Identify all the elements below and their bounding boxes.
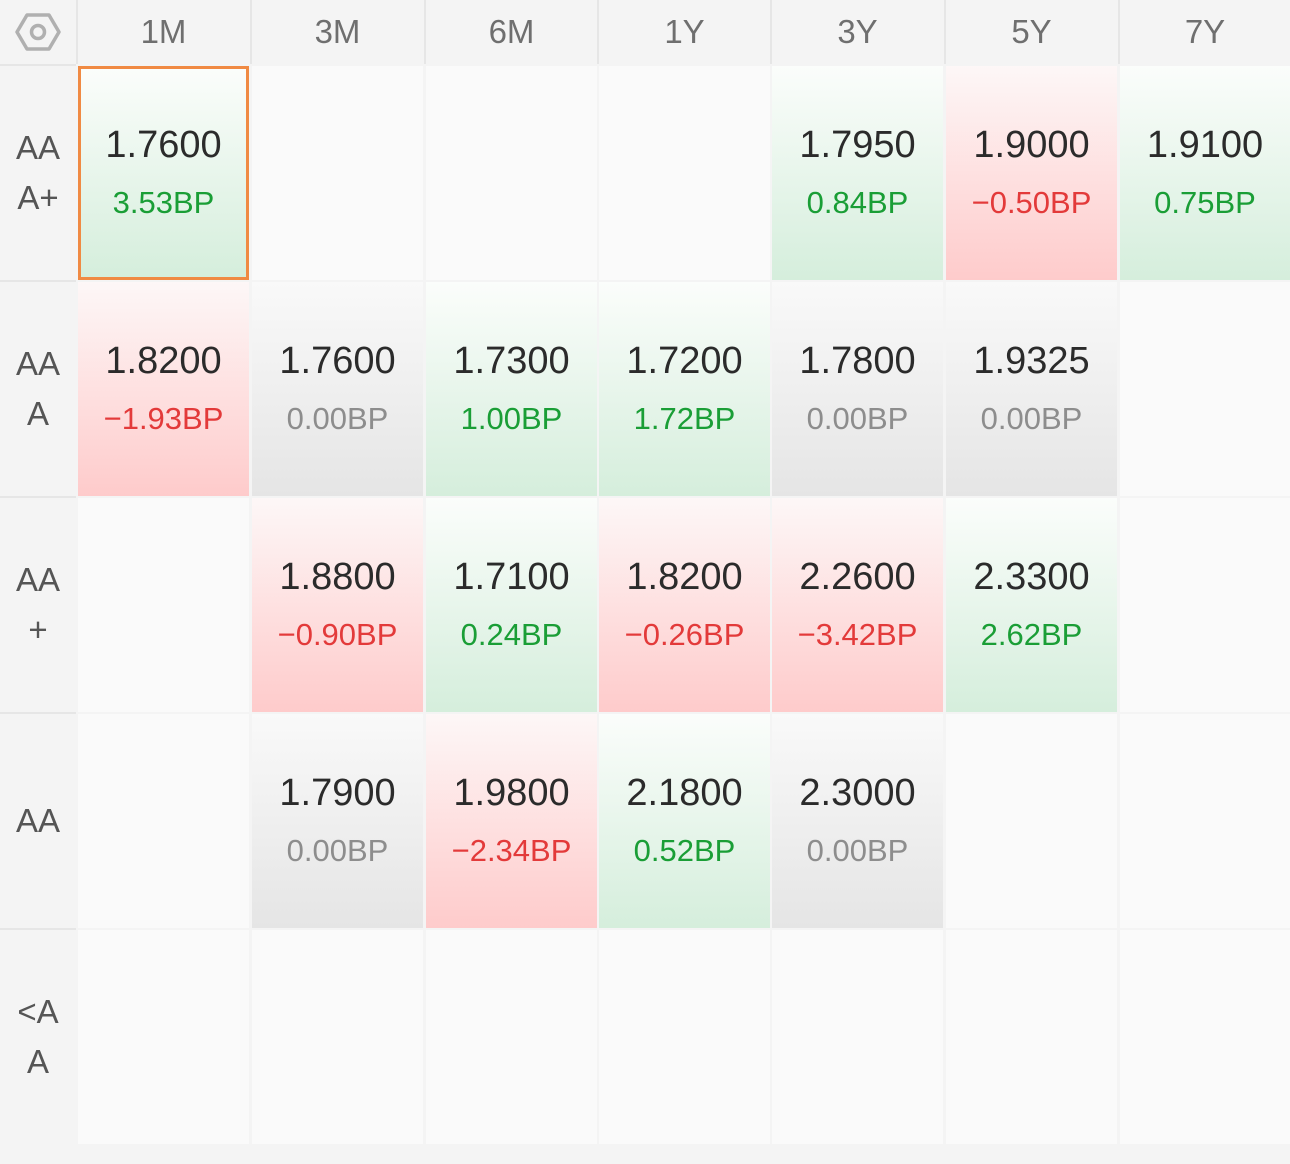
yield-value: 1.8200 (105, 340, 222, 382)
change-bp: 2.62BP (980, 617, 1083, 652)
change-bp: 0.52BP (633, 833, 736, 868)
yield-cell[interactable]: 1.7950 0.84BP (772, 66, 943, 280)
yield-matrix: 1M 3M 6M 1Y 3Y 5Y 7Y AA A+ 1.7600 3.53BP 1.7950 0.8… (0, 0, 1290, 1164)
change-bp: 3.53BP (112, 185, 215, 220)
yield-value: 1.7200 (626, 340, 743, 382)
column-header-1y: 1Y (597, 0, 770, 64)
yield-value: 2.2600 (799, 556, 916, 598)
empty-cell (1120, 714, 1290, 928)
row-header: AA + (0, 496, 76, 712)
change-bp: 1.72BP (633, 401, 736, 436)
yield-cell[interactable]: 1.7200 1.72BP (599, 282, 770, 496)
change-bp: −0.90BP (277, 617, 398, 652)
empty-cell (1120, 282, 1290, 496)
yield-cell[interactable]: 1.9100 0.75BP (1120, 66, 1290, 280)
yield-value: 1.9325 (973, 340, 1090, 382)
change-bp: 0.75BP (1154, 185, 1256, 220)
empty-cell (772, 930, 943, 1144)
yield-value: 2.3300 (973, 556, 1090, 598)
empty-cell (252, 66, 423, 280)
change-bp: −1.93BP (103, 401, 224, 436)
empty-cell (78, 714, 249, 928)
column-header-7y: 7Y (1118, 0, 1290, 64)
yield-cell[interactable]: 2.2600 −3.42BP (772, 498, 943, 712)
change-bp: 0.00BP (286, 401, 389, 436)
yield-value: 1.8200 (626, 556, 743, 598)
yield-cell[interactable]: 1.7300 1.00BP (426, 282, 597, 496)
column-header-5y: 5Y (944, 0, 1117, 64)
row-header: <A A (0, 928, 76, 1144)
empty-cell (426, 930, 597, 1144)
yield-cell[interactable]: 1.8200 −1.93BP (78, 282, 249, 496)
empty-cell (599, 66, 770, 280)
yield-cell[interactable]: 1.7600 0.00BP (252, 282, 423, 496)
yield-value: 1.7900 (279, 772, 396, 814)
bottom-strip (0, 1144, 1290, 1164)
row-header: AA A+ (0, 64, 76, 280)
change-bp: −0.26BP (624, 617, 745, 652)
empty-cell (946, 930, 1117, 1144)
yield-cell[interactable]: 1.7900 0.00BP (252, 714, 423, 928)
empty-cell (946, 714, 1117, 928)
change-bp: 0.24BP (460, 617, 563, 652)
yield-value: 1.8800 (279, 556, 396, 598)
yield-cell[interactable]: 1.9800 −2.34BP (426, 714, 597, 928)
yield-value: 1.7300 (453, 340, 570, 382)
column-header-3m: 3M (250, 0, 423, 64)
empty-cell (599, 930, 770, 1144)
change-bp: 0.00BP (980, 401, 1083, 436)
yield-value: 1.7600 (105, 124, 222, 166)
yield-cell[interactable]: 1.8800 −0.90BP (252, 498, 423, 712)
change-bp: 0.00BP (806, 833, 909, 868)
yield-cell[interactable]: 1.9000 −0.50BP (946, 66, 1117, 280)
yield-value: 1.7950 (799, 124, 916, 166)
change-bp: −0.50BP (971, 185, 1092, 220)
column-header-1m: 1M (76, 0, 249, 64)
change-bp: 0.00BP (806, 401, 909, 436)
yield-cell[interactable]: 1.7600 3.53BP (78, 66, 249, 280)
change-bp: 0.84BP (806, 185, 909, 220)
yield-value: 1.9100 (1146, 124, 1264, 166)
empty-cell (78, 930, 249, 1144)
yield-value: 1.9000 (973, 124, 1090, 166)
change-bp: 1.00BP (460, 401, 563, 436)
row-header: AA A (0, 280, 76, 496)
yield-cell[interactable]: 1.7100 0.24BP (426, 498, 597, 712)
yield-cell[interactable]: 2.1800 0.52BP (599, 714, 770, 928)
settings-hex-icon (15, 13, 61, 51)
empty-cell (78, 498, 249, 712)
change-bp: −3.42BP (797, 617, 918, 652)
change-bp: 0.00BP (286, 833, 389, 868)
yield-value: 2.1800 (626, 772, 743, 814)
change-bp: −2.34BP (451, 833, 572, 868)
yield-value: 1.9800 (453, 772, 570, 814)
column-header-6m: 6M (424, 0, 597, 64)
yield-value: 1.7800 (799, 340, 916, 382)
empty-cell (426, 66, 597, 280)
yield-cell[interactable]: 1.8200 −0.26BP (599, 498, 770, 712)
row-header: AA (0, 712, 76, 928)
empty-cell (1120, 498, 1290, 712)
yield-cell[interactable]: 1.7800 0.00BP (772, 282, 943, 496)
empty-cell (252, 930, 423, 1144)
empty-cell (1120, 930, 1290, 1144)
yield-cell[interactable]: 1.9325 0.00BP (946, 282, 1117, 496)
yield-value: 1.7600 (279, 340, 396, 382)
settings-corner-button[interactable] (0, 0, 76, 64)
yield-value: 1.7100 (453, 556, 570, 598)
yield-value: 2.3000 (799, 772, 916, 814)
yield-cell[interactable]: 2.3300 2.62BP (946, 498, 1117, 712)
yield-cell[interactable]: 2.3000 0.00BP (772, 714, 943, 928)
column-header-3y: 3Y (770, 0, 943, 64)
